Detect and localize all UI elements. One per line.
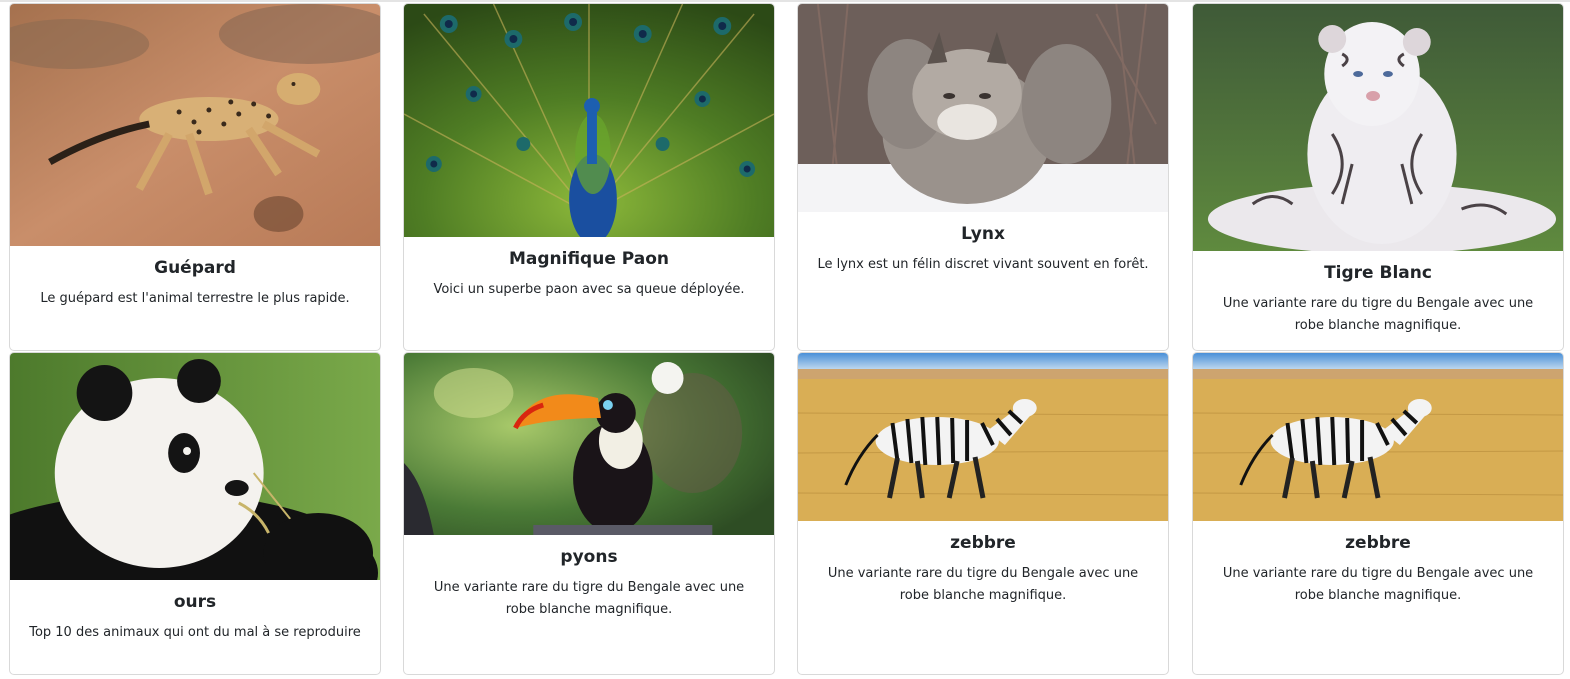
card-text: Le guépard est l'animal terrestre le plu… (40, 291, 350, 306)
lynx-photo (798, 4, 1168, 212)
card-zebbre-2[interactable]: zebbre Une variante rare du tigre du Ben… (1192, 352, 1564, 675)
card-zebbre-1[interactable]: zebbre Une variante rare du tigre du Ben… (797, 352, 1169, 675)
card-title: Lynx (961, 224, 1005, 244)
card-guepard[interactable]: Guépard Le guépard est l'animal terrestr… (9, 3, 381, 351)
card-title: Magnifique Paon (508, 249, 670, 269)
card-title: Tigre Blanc (1324, 263, 1432, 283)
card-text: Top 10 des animaux qui ont du mal à se r… (29, 625, 361, 640)
zebra-photo (1193, 353, 1563, 521)
card-lynx[interactable]: Lynx Le lynx est un félin discret vivant… (797, 3, 1169, 351)
card-title: zebbre (950, 533, 1016, 553)
card-title: ours (173, 592, 217, 612)
peacock-photo (404, 4, 774, 237)
card-pyons[interactable]: pyons Une variante rare du tigre du Beng… (403, 352, 775, 675)
card-body: zebbre Une variante rare du tigre du Ben… (798, 521, 1168, 617)
card-ours[interactable]: ours Top 10 des animaux qui ont du mal à… (9, 352, 381, 675)
card-body: Guépard Le guépard est l'animal terrestr… (10, 246, 380, 320)
card-title: pyons (560, 547, 618, 567)
cheetah-photo (10, 4, 380, 246)
card-text: Une variante rare du tigre du Bengale av… (1222, 296, 1534, 333)
card-body: ours Top 10 des animaux qui ont du mal à… (10, 580, 380, 654)
card-text: Une variante rare du tigre du Bengale av… (827, 566, 1139, 603)
card-body: zebbre Une variante rare du tigre du Ben… (1193, 521, 1563, 617)
zebra-photo (798, 353, 1168, 521)
card-tigre-blanc[interactable]: Tigre Blanc Une variante rare du tigre d… (1192, 3, 1564, 351)
card-body: Lynx Le lynx est un félin discret vivant… (798, 212, 1168, 286)
top-border (0, 0, 1570, 2)
card-title: Guépard (154, 258, 236, 278)
card-body: Magnifique Paon Voici un superbe paon av… (404, 237, 774, 311)
card-body: Tigre Blanc Une variante rare du tigre d… (1193, 251, 1563, 347)
card-text: Le lynx est un félin discret vivant souv… (817, 257, 1149, 272)
card-text: Une variante rare du tigre du Bengale av… (433, 580, 745, 617)
card-text: Voici un superbe paon avec sa queue dépl… (433, 282, 745, 297)
panda-photo (10, 353, 380, 580)
card-body: pyons Une variante rare du tigre du Beng… (404, 535, 774, 631)
toucan-photo (404, 353, 774, 535)
card-title: zebbre (1345, 533, 1411, 553)
white-tiger-photo (1193, 4, 1563, 251)
card-paon[interactable]: Magnifique Paon Voici un superbe paon av… (403, 3, 775, 351)
card-text: Une variante rare du tigre du Bengale av… (1222, 566, 1534, 603)
